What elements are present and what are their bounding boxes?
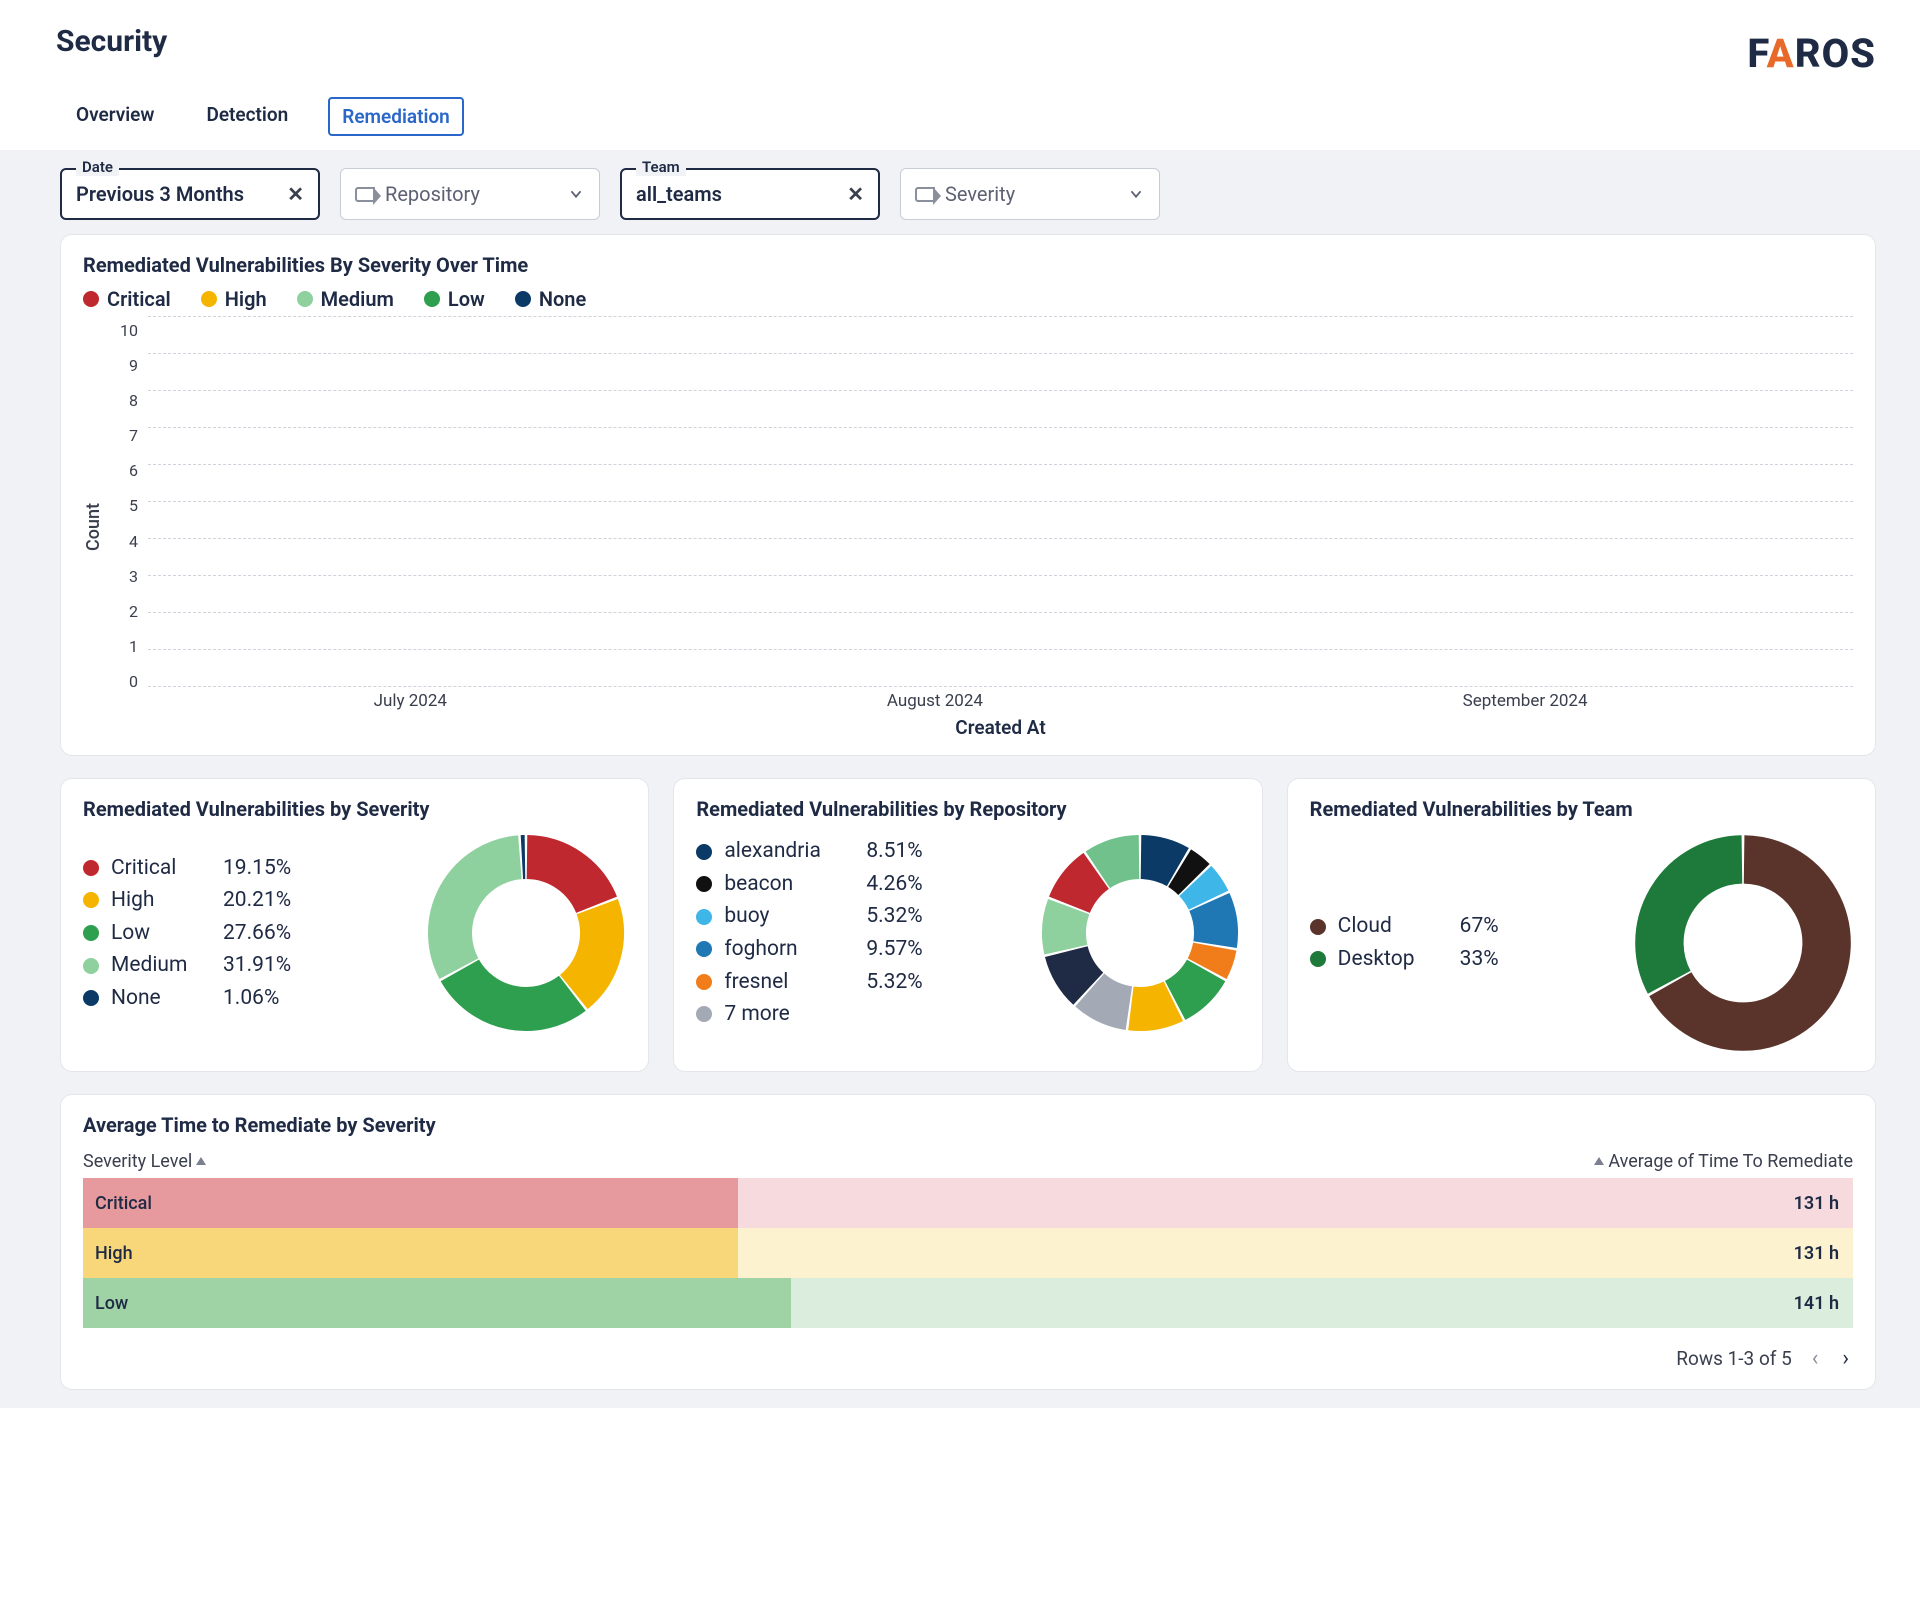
y-axis-ticks: 109876543210 — [110, 321, 138, 691]
legend-item[interactable]: Critical19.15% — [83, 852, 291, 885]
page-title: Security — [56, 24, 167, 59]
legend-item[interactable]: alexandria8.51% — [696, 835, 922, 868]
donut-chart[interactable] — [1633, 833, 1853, 1053]
legend: Cloud67%Desktop33% — [1310, 910, 1499, 975]
tag-icon — [915, 187, 935, 202]
table-row[interactable]: High 131 h — [83, 1228, 1853, 1278]
sort-asc-icon — [1594, 1157, 1604, 1167]
legend-item[interactable]: Critical — [83, 287, 171, 311]
pager-prev[interactable]: ‹ — [1808, 1346, 1823, 1371]
pager-text: Rows 1-3 of 5 — [1676, 1347, 1792, 1370]
legend-item[interactable]: fresnel5.32% — [696, 966, 922, 999]
clear-icon[interactable]: ✕ — [847, 182, 864, 206]
x-axis-ticks: July 2024August 2024September 2024 — [148, 691, 1853, 711]
legend-item[interactable]: Medium31.91% — [83, 949, 291, 982]
y-axis-label: Count — [83, 503, 104, 551]
legend-item[interactable]: buoy5.32% — [696, 900, 922, 933]
legend-item[interactable]: Desktop33% — [1310, 943, 1499, 976]
chart-title: Average Time to Remediate by Severity — [83, 1113, 1853, 1137]
chart-title: Remediated Vulnerabilities by Severity — [83, 797, 626, 821]
brand-logo: FAROS — [1747, 24, 1876, 77]
chart-title: Remediated Vulnerabilities By Severity O… — [83, 253, 1853, 277]
legend: alexandria8.51%beacon4.26%buoy5.32%fogho… — [696, 835, 922, 1030]
legend-item[interactable]: foghorn9.57% — [696, 933, 922, 966]
tag-icon — [355, 187, 375, 202]
x-axis-label: Created At — [148, 716, 1853, 739]
chevron-down-icon — [567, 185, 585, 203]
legend: Critical19.15%High20.21%Low27.66%Medium3… — [83, 852, 291, 1015]
chart-title: Remediated Vulnerabilities by Repository — [696, 797, 1239, 821]
legend-item[interactable]: High — [201, 287, 267, 311]
chart-by-repository: Remediated Vulnerabilities by Repository… — [673, 778, 1262, 1072]
chart-title: Remediated Vulnerabilities by Team — [1310, 797, 1853, 821]
filter-team-label: Team — [636, 158, 686, 176]
tab-overview[interactable]: Overview — [64, 97, 166, 136]
table-row[interactable]: Critical 131 h — [83, 1178, 1853, 1228]
chevron-down-icon — [1127, 185, 1145, 203]
legend-item[interactable]: beacon4.26% — [696, 868, 922, 901]
filter-date-label: Date — [76, 158, 119, 176]
legend-item[interactable]: None — [515, 287, 586, 311]
filter-repository-placeholder: Repository — [385, 182, 480, 206]
filter-bar: Date Previous 3 Months ✕ Repository Team… — [14, 168, 1906, 234]
legend-item[interactable]: High20.21% — [83, 884, 291, 917]
filter-team-value: all_teams — [636, 182, 722, 206]
chart-legend: Critical High Medium Low None — [83, 287, 1853, 311]
legend-item[interactable]: Medium — [297, 287, 394, 311]
donut-chart[interactable] — [426, 833, 626, 1033]
filter-repository[interactable]: Repository — [340, 168, 600, 220]
filter-date-value: Previous 3 Months — [76, 182, 244, 206]
filter-date[interactable]: Date Previous 3 Months ✕ — [60, 168, 320, 220]
legend-item[interactable]: Cloud67% — [1310, 910, 1499, 943]
legend-item[interactable]: Low27.66% — [83, 917, 291, 950]
clear-icon[interactable]: ✕ — [287, 182, 304, 206]
pager-next[interactable]: › — [1838, 1346, 1853, 1371]
filter-severity-placeholder: Severity — [945, 182, 1015, 206]
sort-asc-icon — [196, 1157, 206, 1167]
col-ttr[interactable]: Average of Time To Remediate — [1594, 1151, 1853, 1172]
pager: Rows 1-3 of 5 ‹ › — [83, 1346, 1853, 1371]
bar-plot[interactable]: July 2024August 2024September 2024 Creat… — [148, 317, 1853, 737]
chart-by-team: Remediated Vulnerabilities by Team Cloud… — [1287, 778, 1876, 1072]
filter-team[interactable]: Team all_teams ✕ — [620, 168, 880, 220]
legend-more[interactable]: 7 more — [696, 998, 922, 1031]
tabs: Overview Detection Remediation — [0, 77, 1920, 136]
chart-remediated-over-time: Remediated Vulnerabilities By Severity O… — [60, 234, 1876, 756]
donut-chart[interactable] — [1040, 833, 1240, 1033]
chart-ttr-by-severity: Average Time to Remediate by Severity Se… — [60, 1094, 1876, 1390]
tab-remediation[interactable]: Remediation — [328, 97, 464, 136]
filter-severity[interactable]: Severity — [900, 168, 1160, 220]
col-severity[interactable]: Severity Level — [83, 1151, 206, 1172]
legend-item[interactable]: Low — [424, 287, 485, 311]
tab-detection[interactable]: Detection — [194, 97, 300, 136]
chart-by-severity: Remediated Vulnerabilities by Severity C… — [60, 778, 649, 1072]
table-row[interactable]: Low 141 h — [83, 1278, 1853, 1328]
legend-item[interactable]: None1.06% — [83, 982, 291, 1015]
